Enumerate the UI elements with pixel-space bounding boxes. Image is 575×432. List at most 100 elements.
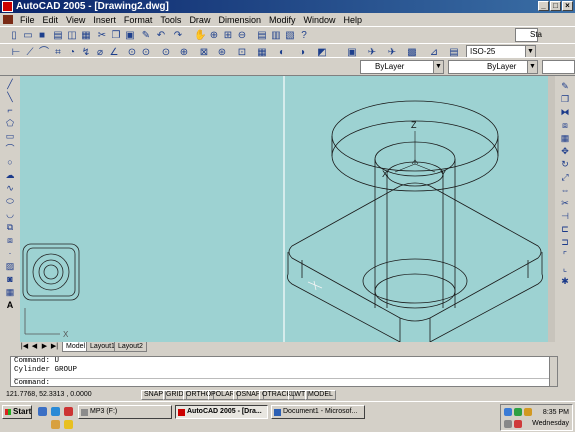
task-word-document[interactable]: Document1 - Microsof... bbox=[271, 405, 365, 419]
menu-draw[interactable]: Draw bbox=[185, 15, 214, 25]
command-prompt[interactable]: Command: bbox=[14, 378, 549, 388]
task-autocad[interactable]: AutoCAD 2005 - [Dra... bbox=[175, 405, 268, 419]
tray-icon[interactable] bbox=[504, 420, 512, 428]
plot-icon[interactable]: ▤ bbox=[52, 30, 64, 42]
chevron-down-icon[interactable]: ▼ bbox=[527, 61, 537, 73]
hatch-icon[interactable]: ▨ bbox=[4, 260, 16, 272]
save-icon[interactable]: ■ bbox=[36, 30, 48, 42]
close-button[interactable]: × bbox=[562, 1, 573, 11]
explorer-icon[interactable] bbox=[51, 420, 60, 429]
menu-format[interactable]: Format bbox=[120, 15, 157, 25]
stretch-icon[interactable]: ⇔ bbox=[559, 184, 571, 196]
security-icon[interactable] bbox=[514, 408, 522, 416]
tab-last-icon[interactable]: ▶| bbox=[50, 342, 59, 352]
linetype-combo[interactable]: ByLayer ▼ bbox=[448, 60, 538, 74]
rectangle-icon[interactable]: ▭ bbox=[4, 130, 16, 142]
start-button[interactable]: Start bbox=[2, 405, 32, 419]
cut-icon[interactable]: ✂ bbox=[96, 30, 108, 42]
revision-cloud-icon[interactable]: ☁ bbox=[4, 169, 16, 181]
fillet-icon[interactable]: ⌞ bbox=[559, 262, 571, 274]
properties-icon[interactable]: ▤ bbox=[256, 30, 268, 42]
ellipse-arc-icon[interactable]: ◡ bbox=[4, 208, 16, 220]
menu-edit[interactable]: Edit bbox=[39, 15, 63, 25]
new-icon[interactable]: ▯ bbox=[8, 30, 20, 42]
design-center-icon[interactable]: ▥ bbox=[270, 30, 282, 42]
move-icon[interactable]: ✥ bbox=[559, 145, 571, 157]
make-block-icon[interactable]: ⧈ bbox=[4, 234, 16, 246]
undo-icon[interactable]: ↶ bbox=[155, 30, 167, 42]
vertical-scrollbar[interactable] bbox=[548, 76, 555, 342]
tab-prev-icon[interactable]: ◀ bbox=[30, 342, 39, 352]
spline-icon[interactable]: ∿ bbox=[4, 182, 16, 194]
preview-icon[interactable]: ◫ bbox=[66, 30, 78, 42]
menu-help[interactable]: Help bbox=[340, 15, 367, 25]
array-icon[interactable]: ▦ bbox=[559, 132, 571, 144]
volume-icon[interactable] bbox=[524, 408, 532, 416]
document-icon[interactable] bbox=[3, 15, 13, 24]
menu-insert[interactable]: Insert bbox=[89, 15, 120, 25]
publish-icon[interactable]: ▦ bbox=[80, 30, 92, 42]
copy-icon[interactable]: ❐ bbox=[110, 30, 122, 42]
menu-modify[interactable]: Modify bbox=[265, 15, 300, 25]
tab-layout2[interactable]: Layout2 bbox=[114, 342, 147, 352]
table-icon[interactable]: ▦ bbox=[4, 286, 16, 298]
menu-dimension[interactable]: Dimension bbox=[214, 15, 265, 25]
construction-line-icon[interactable]: ╲ bbox=[4, 91, 16, 103]
insert-block-icon[interactable]: ⧉ bbox=[4, 221, 16, 233]
join-icon[interactable]: ⊐ bbox=[559, 236, 571, 248]
minimize-button[interactable]: _ bbox=[538, 1, 549, 11]
pan-icon[interactable]: ✋ bbox=[194, 30, 206, 42]
mtext-icon[interactable]: A bbox=[4, 299, 16, 311]
ellipse-icon[interactable]: ⬭ bbox=[4, 195, 16, 207]
lineweight-combo[interactable] bbox=[542, 60, 575, 74]
open-icon[interactable]: ▭ bbox=[22, 30, 34, 42]
antivirus-icon[interactable] bbox=[514, 420, 522, 428]
menu-file[interactable]: File bbox=[16, 15, 39, 25]
scale-icon[interactable]: ⤢ bbox=[559, 171, 571, 183]
menu-window[interactable]: Window bbox=[300, 15, 340, 25]
messenger-icon[interactable] bbox=[64, 420, 73, 429]
network-icon[interactable] bbox=[504, 408, 512, 416]
polyline-icon[interactable]: ⌐ bbox=[4, 104, 16, 116]
task-mp3-drive[interactable]: MP3 (F:) bbox=[78, 405, 172, 419]
ie-icon[interactable] bbox=[51, 407, 60, 416]
rotate-icon[interactable]: ↻ bbox=[559, 158, 571, 170]
erase-icon[interactable]: ✎ bbox=[559, 80, 571, 92]
tab-first-icon[interactable]: |◀ bbox=[20, 342, 29, 352]
mirror-icon[interactable]: ⧓ bbox=[559, 106, 571, 118]
model-toggle[interactable]: MODEL bbox=[305, 390, 336, 400]
polygon-icon[interactable]: ⬠ bbox=[4, 117, 16, 129]
zoom-previous-icon[interactable]: ⊖ bbox=[236, 30, 248, 42]
copy-object-icon[interactable]: ❐ bbox=[559, 93, 571, 105]
zoom-realtime-icon[interactable]: ⊕ bbox=[208, 30, 220, 42]
clock-time[interactable]: 8:35 PM bbox=[543, 409, 569, 416]
command-scrollbar[interactable] bbox=[549, 356, 558, 387]
circle-icon[interactable]: ○ bbox=[4, 156, 16, 168]
zoom-window-icon[interactable]: ⊞ bbox=[222, 30, 234, 42]
break-icon[interactable]: ⊏ bbox=[559, 223, 571, 235]
offset-icon[interactable]: ⧈ bbox=[559, 119, 571, 131]
region-icon[interactable]: ◙ bbox=[4, 273, 16, 285]
redo-icon[interactable]: ↷ bbox=[172, 30, 184, 42]
explode-icon[interactable]: ✱ bbox=[559, 275, 571, 287]
paste-icon[interactable]: ▣ bbox=[124, 30, 136, 42]
point-icon[interactable]: · bbox=[4, 247, 16, 259]
color-combo[interactable]: ByLayer ▼ bbox=[360, 60, 444, 74]
desktop-icon[interactable] bbox=[38, 407, 47, 416]
menu-tools[interactable]: Tools bbox=[156, 15, 185, 25]
extend-icon[interactable]: ⊣ bbox=[559, 210, 571, 222]
arc-icon[interactable]: ⌒ bbox=[4, 143, 16, 155]
line-icon[interactable]: ╱ bbox=[4, 78, 16, 90]
tab-next-icon[interactable]: ▶ bbox=[40, 342, 49, 352]
command-window[interactable]: Command: U Cylinder GROUP Command: bbox=[10, 356, 550, 387]
text-style-combo[interactable]: Sta bbox=[515, 28, 542, 42]
match-properties-icon[interactable]: ✎ bbox=[140, 30, 152, 42]
help-icon[interactable]: ? bbox=[298, 30, 310, 42]
maximize-button[interactable]: □ bbox=[550, 1, 561, 11]
tool-palettes-icon[interactable]: ▧ bbox=[284, 30, 296, 42]
trim-icon[interactable]: ✂ bbox=[559, 197, 571, 209]
autocad-app-icon[interactable] bbox=[2, 1, 13, 12]
media-icon[interactable] bbox=[64, 407, 73, 416]
model-viewport[interactable]: X Z X Y bbox=[20, 76, 548, 342]
chevron-down-icon[interactable]: ▼ bbox=[433, 61, 443, 73]
